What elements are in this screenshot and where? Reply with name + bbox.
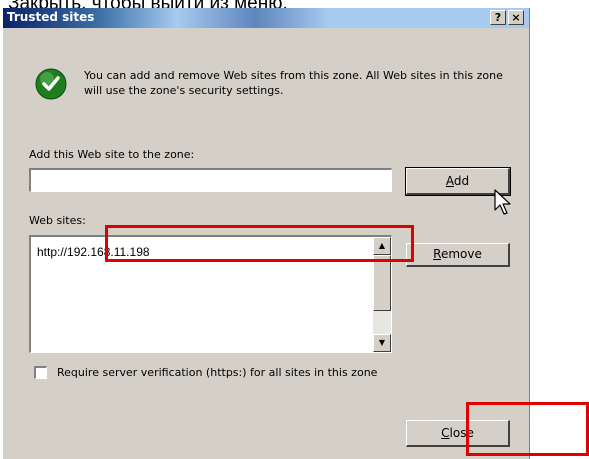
scroll-down-icon[interactable]: ▼ xyxy=(373,334,391,352)
add-site-label: Add this Web site to the zone: xyxy=(29,148,195,161)
add-site-input[interactable] xyxy=(29,168,392,192)
websites-list[interactable]: http://192.168.11.198 ▲ ▼ xyxy=(29,235,392,353)
zone-description: You can add and remove Web sites from th… xyxy=(84,69,503,97)
dialog-title: Trusted sites xyxy=(7,10,95,24)
help-button[interactable]: ? xyxy=(490,10,506,25)
websites-label: Web sites: xyxy=(29,214,86,227)
require-https-label: Require server verification (https:) for… xyxy=(57,366,378,379)
scroll-up-icon[interactable]: ▲ xyxy=(373,237,391,255)
list-scrollbar[interactable]: ▲ ▼ xyxy=(373,237,391,352)
title-bar: Trusted sites ? × xyxy=(3,8,529,28)
mouse-pointer-icon xyxy=(494,189,511,215)
trusted-sites-dialog: Trusted sites ? × You can add and remove… xyxy=(3,8,530,459)
remove-button[interactable]: Remove xyxy=(406,243,510,267)
close-window-button[interactable]: × xyxy=(508,10,524,25)
list-item[interactable]: http://192.168.11.198 xyxy=(37,245,150,259)
check-icon xyxy=(35,68,67,100)
scroll-thumb[interactable] xyxy=(373,255,391,311)
close-button[interactable]: Close xyxy=(406,420,510,447)
require-https-checkbox[interactable] xyxy=(34,366,47,379)
